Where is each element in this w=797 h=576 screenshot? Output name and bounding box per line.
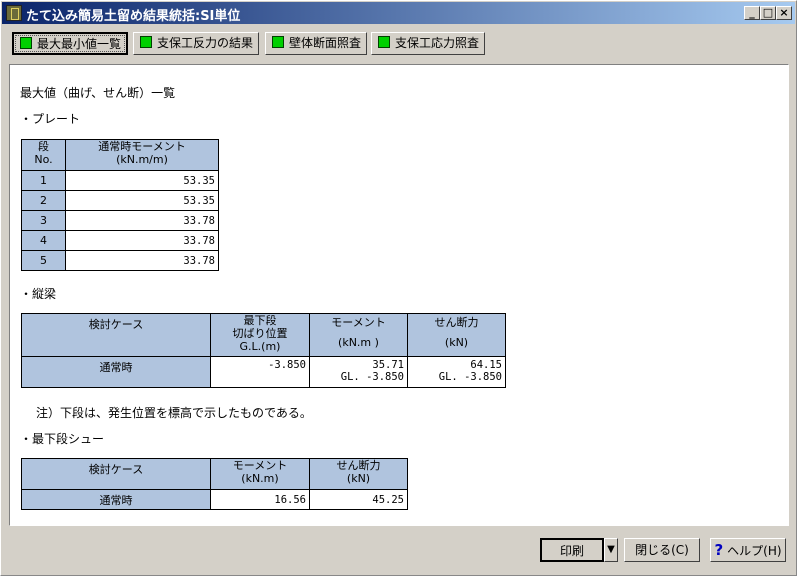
plate-section-label: ・プレート [20,112,81,126]
beam-section-label: ・縦梁 [20,287,57,301]
row-index: 5 [21,250,66,271]
table-row: 5 33.78 [21,250,219,271]
shoe-table: 検討ケース モーメント (kN.m) せん断力 (kN) 通常時 16.56 45.… [21,458,408,510]
green-square-icon [20,37,32,49]
beam-header-moment: モーメント (kN.m ) [309,313,408,357]
green-square-icon [272,36,284,48]
moment-value: 53.35 [65,170,219,191]
tab-wall-section-check[interactable]: 壁体断面照査 [265,32,368,55]
shoe-row-shear: 45.25 [309,489,408,510]
beam-row-shear: 64.15 GL. -3.850 [407,356,506,388]
app-window: たて込み簡易土留め結果統括:SI単位 _ □ × 最大最小値一覧 支保工反力の結… [0,0,797,576]
help-button[interactable]: ? ヘルプ(H) [710,538,786,562]
report-panel[interactable]: 最大値（曲げ、せん断）一覧 ・プレート 段 No. 通常時モーメント (kN.m/m… [9,64,789,526]
beam-row-position: -3.850 [210,356,310,388]
plate-header-no: 段 No. [21,139,66,171]
minimize-button[interactable]: _ [744,6,760,20]
row-index: 3 [21,210,66,231]
beam-note: 注）下段は、発生位置を標高で示したものである。 [36,406,312,420]
green-square-icon [378,36,390,48]
beam-table: 検討ケース 最下段 切ばり位置 G.L.(m) モーメント (kN.m ) せん断力(… [21,313,506,388]
close-window-button[interactable]: × [776,6,792,20]
plate-header-moment: 通常時モーメント (kN.m/m) [65,139,219,171]
table-row: 3 33.78 [21,210,219,231]
tab-bar: 最大最小値一覧 支保工反力の結果 壁体断面照査 支保工応力照査 [2,25,795,61]
beam-row-moment: 35.71 GL. -3.850 [309,356,408,388]
help-label: ヘルプ(H) [727,544,782,558]
moment-value: 33.78 [65,250,219,271]
row-index: 1 [21,170,66,191]
print-dropdown-button[interactable]: ▼ [604,538,618,562]
title-bar[interactable]: たて込み簡易土留め結果統括:SI単位 _ □ × [2,2,795,24]
row-index: 4 [21,230,66,251]
tab-label: 支保工反力の結果 [157,36,254,50]
tab-support-stress-check[interactable]: 支保工応力照査 [371,32,486,55]
close-button[interactable]: 閉じる(C) [624,538,700,562]
window-title: たて込み簡易土留め結果統括:SI単位 [26,9,241,24]
shoe-header-moment: モーメント (kN.m) [210,458,310,490]
table-row: 通常時 -3.850 35.71 GL. -3.850 64.15 GL. -3.8… [21,356,506,388]
plate-table: 段 No. 通常時モーメント (kN.m/m) 1 53.35 2 53.35 3 33.… [21,139,219,271]
green-square-icon [140,36,152,48]
moment-value: 53.35 [65,190,219,211]
row-index: 2 [21,190,66,211]
beam-header-case: 検討ケース [21,313,211,357]
table-row: 4 33.78 [21,230,219,251]
beam-header-shear: せん断力 (kN) [407,313,506,357]
table-row: 2 53.35 [21,190,219,211]
shoe-section-label: ・最下段シュー [20,432,105,446]
help-icon: ? [714,541,724,559]
tab-label: 支保工応力照査 [395,36,480,50]
shoe-header-shear: せん断力 (kN) [309,458,408,490]
tab-label: 最大最小値一覧 [37,37,122,51]
tab-max-min-list[interactable]: 最大最小値一覧 [12,32,129,55]
chevron-down-icon: ▼ [607,544,615,555]
moment-value: 33.78 [65,230,219,251]
table-row: 通常時 16.56 45.25 [21,489,408,510]
shoe-row-moment: 16.56 [210,489,310,510]
table-row: 1 53.35 [21,170,219,191]
maximize-button[interactable]: □ [760,6,776,20]
print-button[interactable]: 印刷 [540,538,604,562]
tab-label: 壁体断面照査 [289,36,362,50]
beam-header-position: 最下段 切ばり位置 G.L.(m) [210,313,310,357]
shoe-header-case: 検討ケース [21,458,211,490]
beam-row-case: 通常時 [21,356,211,388]
moment-value: 33.78 [65,210,219,231]
app-icon [6,5,22,21]
shoe-row-case: 通常時 [21,489,211,510]
report-heading: 最大値（曲げ、せん断）一覧 [20,86,176,100]
tab-support-reaction[interactable]: 支保工反力の結果 [133,32,260,55]
button-bar: 印刷 ▼ 閉じる(C) ? ヘルプ(H) [1,531,796,575]
